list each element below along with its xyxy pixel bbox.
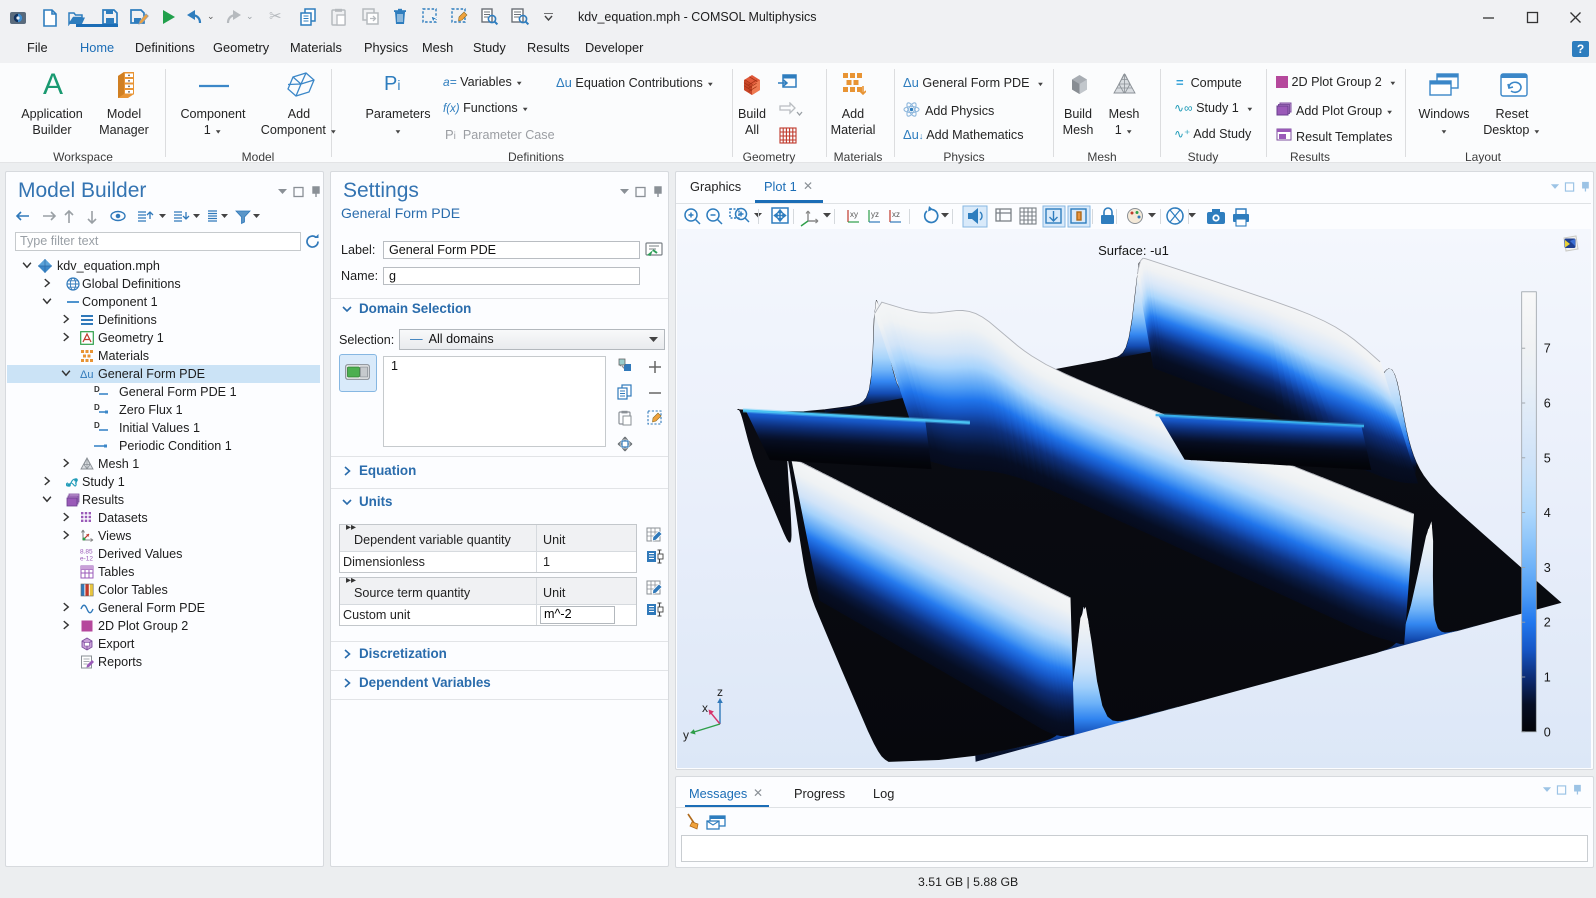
svg-text:6: 6 bbox=[1544, 397, 1551, 411]
svg-text:Δu: Δu bbox=[80, 369, 93, 381]
svg-text:e-12: e-12 bbox=[80, 556, 93, 562]
svg-text:y: y bbox=[683, 728, 689, 742]
svg-text:D: D bbox=[94, 421, 100, 430]
svg-text:xz: xz bbox=[892, 210, 900, 219]
svg-text:2: 2 bbox=[1544, 616, 1551, 630]
svg-text:z: z bbox=[717, 685, 723, 699]
svg-text:1: 1 bbox=[1544, 671, 1551, 685]
svg-text:3: 3 bbox=[1544, 561, 1551, 575]
svg-text:8.85: 8.85 bbox=[80, 549, 93, 556]
svg-text:4: 4 bbox=[1544, 506, 1551, 520]
svg-text:D: D bbox=[94, 385, 100, 394]
svg-text:D: D bbox=[94, 403, 100, 412]
svg-text:x: x bbox=[702, 701, 708, 715]
svg-text:xy: xy bbox=[850, 210, 858, 219]
svg-text:5: 5 bbox=[1544, 451, 1551, 465]
svg-text:7: 7 bbox=[1544, 342, 1551, 356]
svg-text:0: 0 bbox=[1544, 725, 1551, 739]
svg-text:yz: yz bbox=[871, 210, 879, 219]
